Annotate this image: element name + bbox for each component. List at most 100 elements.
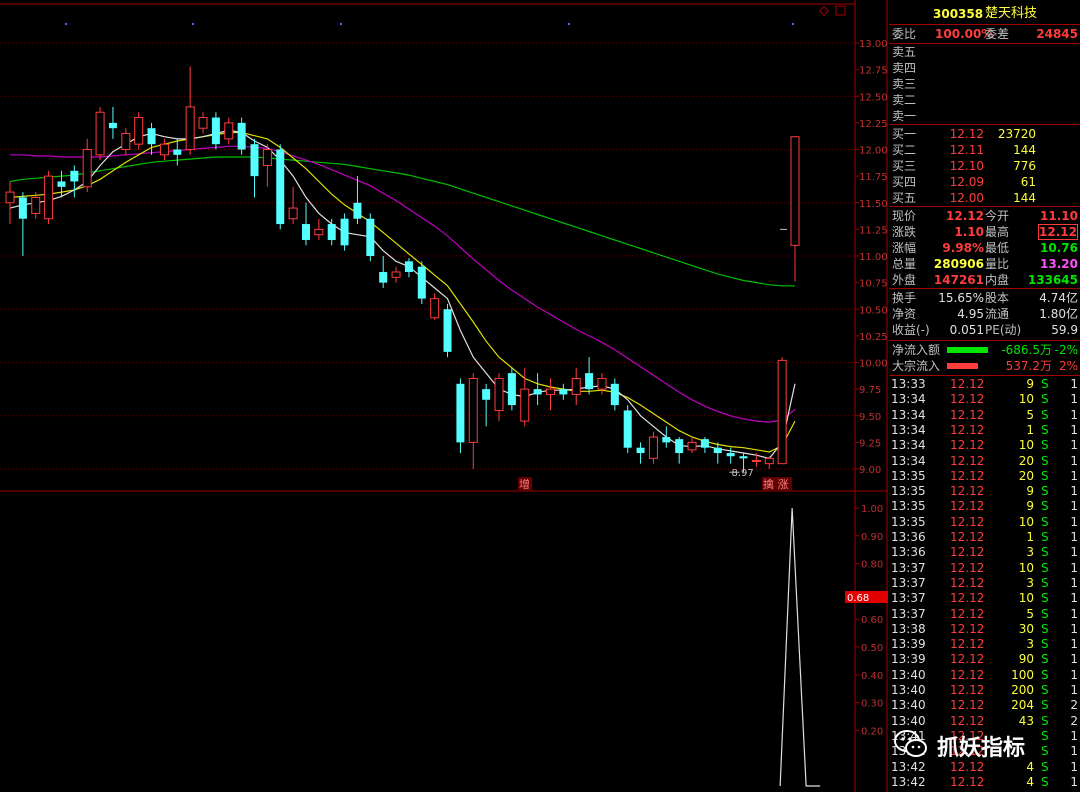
candle-body [314, 228, 324, 236]
watermark-text: 抓妖指标 [937, 736, 1026, 761]
buy-level-row[interactable]: 买三 12.10 776 [889, 158, 1080, 174]
tick-price: 12.12 [950, 484, 985, 499]
tick-row[interactable]: 13:36 12.12 1 S 1 [889, 530, 1080, 545]
buy-level-row[interactable]: 买二 12.11 144 [889, 142, 1080, 158]
tick-row[interactable]: 13:37 12.12 3 S 1 [889, 576, 1080, 591]
tick-row[interactable]: 13:34 12.12 1 S 1 [889, 423, 1080, 438]
indicator-tick-label: 0.80 [861, 560, 883, 571]
tick-row[interactable]: 13:40 12.12 204 S 2 [889, 698, 1080, 713]
tick-side: S [1041, 575, 1049, 590]
tick-row[interactable]: 13:34 12.12 20 S 1 [889, 454, 1080, 469]
quote-row: 涨幅 9.98% 最低 10.76 [889, 240, 1080, 256]
fundamental-label: 股本 [985, 291, 1010, 305]
tick-row[interactable]: 13:34 12.12 10 S 1 [889, 438, 1080, 453]
sell-level-row[interactable]: 卖一 [889, 108, 1080, 124]
tick-price: 12.12 [950, 591, 985, 606]
tick-volume: 5 [1026, 606, 1034, 621]
tick-row[interactable]: 13:35 12.12 9 S 1 [889, 499, 1080, 514]
maximize-icon[interactable] [835, 5, 846, 16]
buy-level-row[interactable]: 买一 12.12 23720 [889, 126, 1080, 142]
tick-row[interactable]: 13:42 12.12 4 S 1 [889, 775, 1080, 790]
tick-row[interactable]: 13:39 12.12 3 S 1 [889, 637, 1080, 652]
sell-level-row[interactable]: 卖三 [889, 76, 1080, 92]
price-tick-label: 10.00 [859, 359, 888, 370]
fundamental-label: 净资 [892, 307, 917, 321]
price-tick-label: 12.00 [859, 146, 888, 157]
tick-count: 1 [1070, 667, 1078, 682]
tick-price: 12.12 [950, 698, 985, 713]
tick-count: 1 [1070, 637, 1078, 652]
price-tick-label: 13.00 [859, 39, 888, 50]
buy-level-row[interactable]: 买四 12.09 61 [889, 174, 1080, 190]
marker-dot [792, 23, 794, 25]
quote-value: 133645 [1027, 273, 1078, 287]
tick-row[interactable]: 13:38 12.12 30 S 1 [889, 622, 1080, 637]
diamond-icon[interactable] [819, 6, 829, 16]
tick-volume: 3 [1026, 545, 1034, 560]
tick-count: 1 [1070, 392, 1078, 407]
tick-count: 1 [1070, 683, 1078, 697]
quote-value: 9.98% [942, 241, 984, 255]
fundamental-value: 1.80亿 [1039, 307, 1078, 321]
tick-row[interactable]: 13:35 12.12 9 S 1 [889, 484, 1080, 499]
tick-price: 12.12 [950, 683, 985, 697]
marker-dot [568, 23, 570, 25]
candle-body [404, 261, 413, 272]
tick-price: 12.12 [950, 514, 985, 529]
candle-body [18, 197, 27, 219]
candle-body [623, 410, 632, 448]
tick-volume: 90 [1018, 652, 1034, 667]
tick-volume: 9 [1026, 484, 1034, 499]
tick-count: 1 [1070, 575, 1078, 590]
ma5-line [9, 129, 796, 460]
tick-row[interactable]: 13:36 12.12 3 S 1 [889, 545, 1080, 560]
tick-row[interactable]: 13:35 12.12 20 S 1 [889, 469, 1080, 484]
candle-body [224, 122, 234, 140]
tick-count: 2 [1070, 698, 1078, 713]
tick-row[interactable]: 13:40 12.12 100 S 1 [889, 668, 1080, 683]
candle-body [726, 453, 735, 457]
tick-time: 13:35 [891, 514, 926, 529]
quote-row: 现价 12.12 今开 11.10 [889, 208, 1080, 224]
stock-header[interactable]: 300358 楚天科技 [889, 6, 1080, 22]
price-tick-label: 12.50 [859, 92, 888, 103]
tick-price: 12.12 [950, 499, 985, 514]
fundamental-value: 15.65% [938, 291, 984, 305]
sell-level-row[interactable]: 卖二 [889, 92, 1080, 108]
tick-side: S [1041, 499, 1049, 514]
candle-body [70, 170, 79, 182]
tick-side: S [1041, 530, 1049, 544]
candle-body [57, 181, 66, 187]
sell-level-row[interactable]: 卖四 [889, 60, 1080, 76]
tick-volume: 3 [1026, 575, 1034, 590]
price-tick-label: 10.75 [859, 279, 888, 290]
buy-level-row[interactable]: 买五 12.00 144 [889, 190, 1080, 206]
candle-body [545, 388, 555, 395]
tick-volume: 9 [1026, 499, 1034, 514]
price-tick-label: 12.75 [859, 66, 888, 77]
tick-volume: 20 [1018, 453, 1034, 468]
tick-row[interactable]: 13:39 12.12 90 S 1 [889, 652, 1080, 667]
tick-row[interactable]: 13:37 12.12 10 S 1 [889, 561, 1080, 576]
tick-row[interactable]: 13:33 12.12 9 S 1 [889, 377, 1080, 392]
tick-time: 13:38 [891, 621, 926, 636]
tick-row[interactable]: 13:37 12.12 5 S 1 [889, 607, 1080, 622]
quote-value: 10.76 [1040, 241, 1078, 255]
tick-time: 13:40 [891, 698, 926, 713]
tick-row[interactable]: 13:34 12.12 10 S 1 [889, 392, 1080, 407]
tick-side: S [1041, 514, 1049, 529]
tick-row[interactable]: 13:34 12.12 5 S 1 [889, 408, 1080, 423]
tick-row[interactable]: 13:37 12.12 10 S 1 [889, 591, 1080, 606]
candle-body [366, 218, 375, 256]
fund-flow-label: 净流入额 [892, 343, 941, 357]
quote-row: 外盘 147261 内盘 133645 [889, 272, 1080, 288]
candle-body [764, 457, 774, 465]
tick-price: 12.12 [950, 621, 985, 636]
candle-body [5, 191, 15, 204]
kline-chart[interactable]: 13.00 12.75 12.50 12.25 12.00 11.75 11.50 11.25… [0, 0, 888, 792]
price-tick-label: 9.50 [859, 412, 881, 423]
tick-row[interactable]: 13:35 12.12 10 S 1 [889, 515, 1080, 530]
tick-row[interactable]: 13:40 12.12 200 S 1 [889, 683, 1080, 698]
candle-body [44, 175, 54, 220]
sell-level-row[interactable]: 卖五 [889, 44, 1080, 60]
